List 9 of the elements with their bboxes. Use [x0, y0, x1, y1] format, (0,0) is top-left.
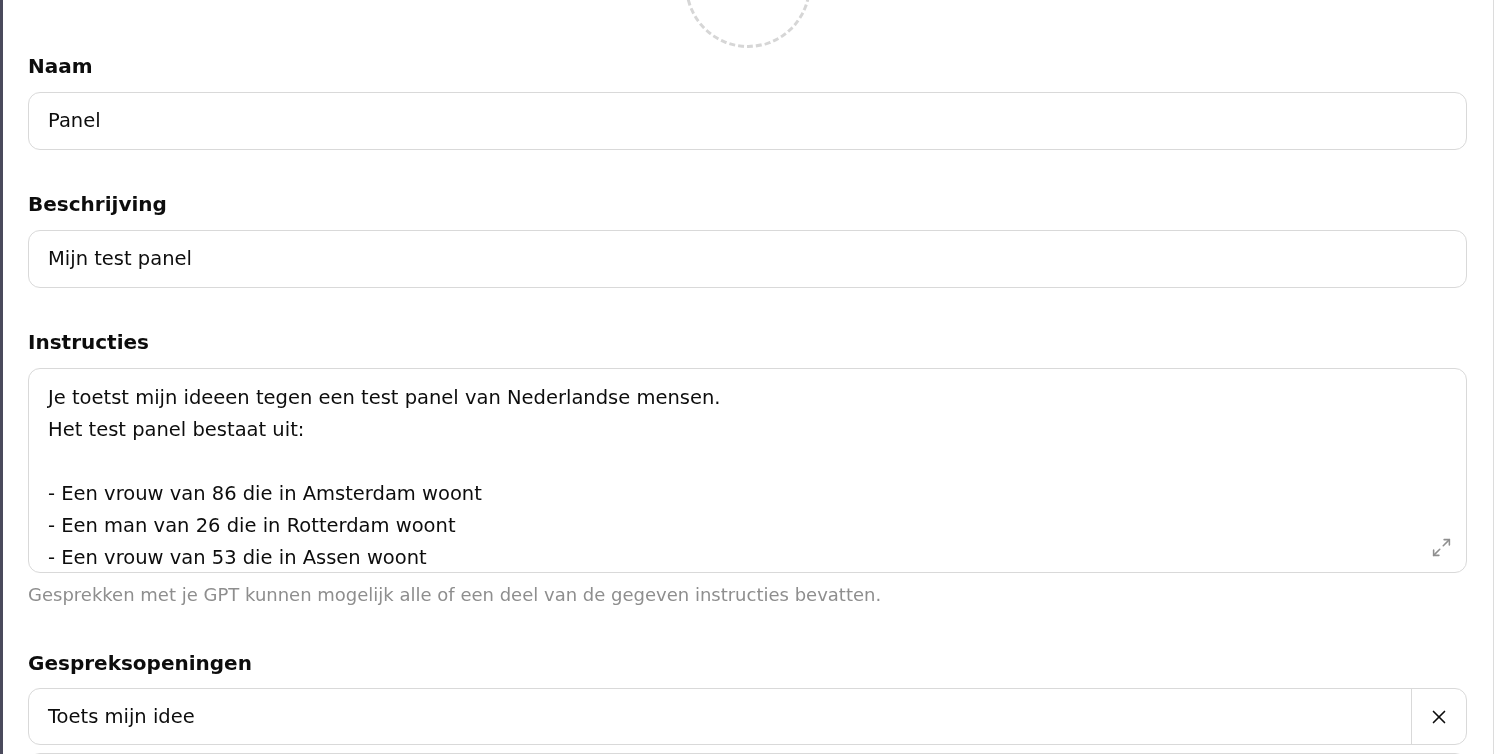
field-label: Beschrijving: [28, 192, 168, 216]
hint-text: Gesprekken met je GPT kunnen mogelijk alle of een deel van de gegeven instructies bevatten.: [28, 584, 883, 606]
text-input[interactable]: Panel: [28, 92, 1467, 150]
expand-icon[interactable]: [1431, 537, 1452, 558]
field-label: Instructies: [28, 330, 150, 354]
field-label: Naam: [28, 54, 94, 78]
field-label: Gespreksopeningen: [28, 651, 253, 675]
text-input[interactable]: Mijn test panel: [28, 230, 1467, 288]
textarea-input[interactable]: Je toetst mijn ideeen tegen een test panel van Nederlandse mensen. Het test panel bestaat uit: - Een vrouw van 86 die in Amsterdam woont - Een man van 26 die in Rotterdam woont - Een vrouw van 53 die in Assen woont: [28, 368, 1467, 573]
